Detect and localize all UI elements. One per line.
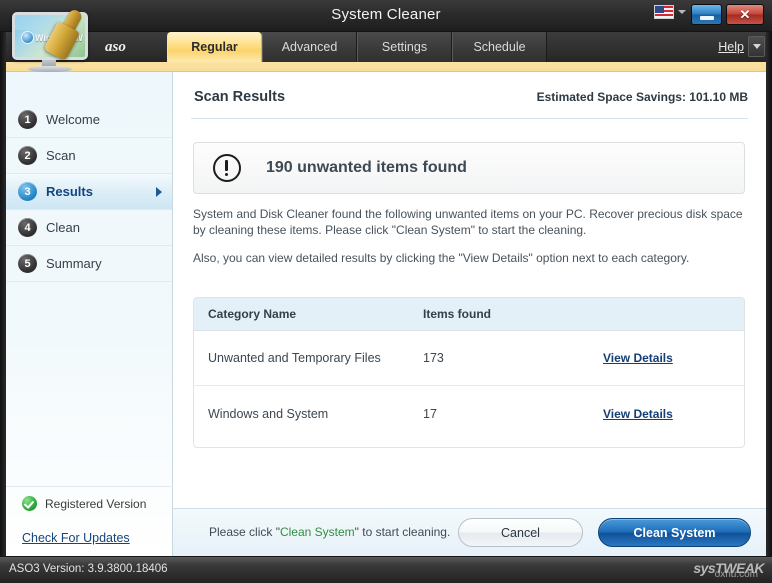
table-row: Unwanted and Temporary Files 173 View De… [194, 331, 744, 386]
close-icon: ✕ [727, 5, 763, 24]
step-number-badge: 4 [18, 218, 37, 237]
version-label: ASO3 Version: 3.9.3800.18406 [9, 563, 168, 575]
sidebar-item-clean[interactable]: 4 Clean [6, 210, 172, 246]
results-table: Category Name Items found Unwanted and T… [193, 297, 745, 448]
hint-accent: Clean System [280, 525, 355, 539]
description-paragraph-1: System and Disk Cleaner found the follow… [193, 206, 749, 238]
view-details-link[interactable]: View Details [603, 407, 673, 421]
cancel-button[interactable]: Cancel [458, 518, 583, 547]
action-footer: Please click "Clean System" to start cle… [173, 508, 766, 556]
column-header-category: Category Name [208, 307, 423, 321]
table-row: Windows and System 17 View Details [194, 386, 744, 441]
tab-regular[interactable]: Regular [167, 32, 262, 62]
us-flag-icon [654, 5, 674, 19]
window-edge-right [766, 32, 772, 556]
items-found-text: 190 unwanted items found [266, 159, 467, 177]
tab-label: Advanced [282, 40, 338, 54]
cell-items-found: 173 [423, 351, 603, 365]
minimize-icon [700, 16, 714, 20]
sidebar-item-label: Clean [46, 220, 80, 235]
sidebar-item-label: Results [46, 184, 93, 199]
column-header-items: Items found [423, 307, 603, 321]
chevron-right-icon [156, 187, 162, 197]
tab-bar: aso Regular Advanced Settings Schedule H… [0, 32, 772, 62]
step-number-badge: 3 [18, 182, 37, 201]
chevron-down-icon [678, 10, 686, 14]
minimize-button[interactable] [691, 4, 722, 25]
cancel-button-label: Cancel [501, 526, 540, 540]
hint-prefix: Please click " [209, 525, 280, 539]
tab-label: Regular [191, 40, 238, 54]
help-link[interactable]: Help [718, 40, 744, 54]
check-updates-link[interactable]: Check For Updates [22, 531, 130, 545]
sidebar-item-summary[interactable]: 5 Summary [6, 246, 172, 282]
app-logo: WindowsW [6, 8, 98, 74]
results-summary-banner: 190 unwanted items found [193, 142, 745, 194]
step-number-badge: 5 [18, 254, 37, 273]
exclamation-circle-icon [213, 154, 241, 182]
estimated-savings-label: Estimated Space Savings: 101.10 MB [537, 90, 748, 104]
footer-hint: Please click "Clean System" to start cle… [209, 525, 450, 539]
help-dropdown-button[interactable] [748, 36, 765, 57]
check-updates-row[interactable]: Check For Updates [6, 520, 173, 556]
main-panel: Scan Results Estimated Space Savings: 10… [173, 72, 766, 556]
title-bar: System Cleaner ✕ [0, 0, 772, 32]
tab-settings[interactable]: Settings [357, 32, 452, 62]
hint-suffix: " to start cleaning. [355, 525, 451, 539]
sidebar-footer: Registered Version Check For Updates [6, 486, 173, 556]
step-number-badge: 2 [18, 146, 37, 165]
windows-orb-icon [21, 31, 34, 44]
close-button[interactable]: ✕ [726, 4, 764, 25]
sidebar: 1 Welcome 2 Scan 3 Results 4 Clean 5 Sum… [6, 72, 173, 556]
registered-status: Registered Version [6, 486, 173, 520]
view-details-link[interactable]: View Details [603, 351, 673, 365]
clean-system-button[interactable]: Clean System [598, 518, 751, 547]
cell-category: Windows and System [208, 407, 423, 421]
language-selector[interactable] [654, 5, 686, 19]
cell-category: Unwanted and Temporary Files [208, 351, 423, 365]
sidebar-item-scan[interactable]: 2 Scan [6, 138, 172, 174]
page-title: Scan Results [194, 89, 285, 105]
sidebar-item-label: Summary [46, 256, 102, 271]
tab-label: Schedule [473, 40, 525, 54]
sidebar-item-label: Welcome [46, 112, 100, 127]
cell-actions: View Details [603, 351, 744, 365]
registered-label: Registered Version [45, 497, 146, 511]
clean-system-button-label: Clean System [634, 526, 716, 540]
source-watermark: oxhu.com [715, 569, 758, 580]
sidebar-item-results[interactable]: 3 Results [6, 174, 172, 210]
description-paragraph-2: Also, you can view detailed results by c… [193, 250, 749, 266]
sidebar-item-label: Scan [46, 148, 76, 163]
main-header: Scan Results Estimated Space Savings: 10… [191, 72, 748, 119]
application-window: System Cleaner ✕ aso Regular Advanced Se… [0, 0, 772, 583]
tab-label: Settings [382, 40, 427, 54]
cell-items-found: 17 [423, 407, 603, 421]
table-header-row: Category Name Items found [194, 298, 744, 331]
green-check-icon [22, 496, 37, 511]
tab-schedule[interactable]: Schedule [452, 32, 547, 62]
accent-strip [0, 62, 772, 72]
cell-actions: View Details [603, 407, 744, 421]
chevron-down-icon [753, 44, 761, 49]
step-number-badge: 1 [18, 110, 37, 129]
status-bar: ASO3 Version: 3.9.3800.18406 sysTWEAK ox… [0, 556, 772, 583]
brand-logo-text: aso [105, 39, 126, 56]
tab-advanced[interactable]: Advanced [262, 32, 357, 62]
sidebar-item-welcome[interactable]: 1 Welcome [6, 102, 172, 138]
